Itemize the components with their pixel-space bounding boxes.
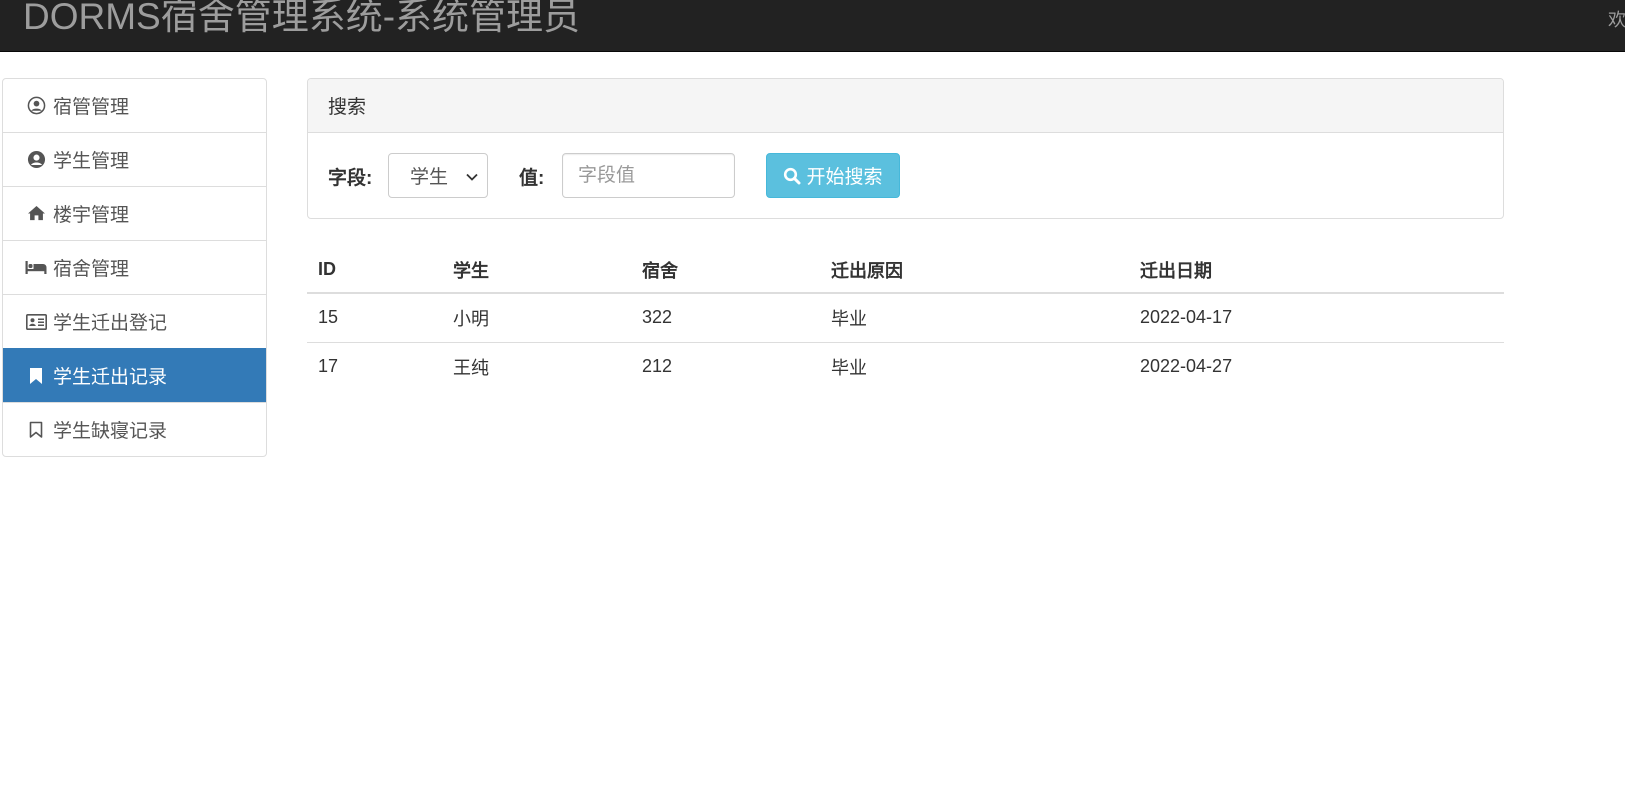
sidebar-item-dorms[interactable]: 宿舍管理 (3, 240, 266, 294)
sidebar-item-checkout-records[interactable]: 学生迁出记录 (3, 348, 266, 402)
search-panel-heading: 搜索 (308, 79, 1503, 133)
sidebar-item-label: 宿管管理 (53, 97, 130, 118)
sidebar-item-label: 宿舍管理 (53, 259, 130, 280)
brand-title[interactable]: DORMS宿舍管理系统-系统管理员 (23, 0, 580, 39)
table-row: 15 小明 322 毕业 2022-04-17 (307, 293, 1504, 343)
cell-student: 小明 (442, 293, 631, 343)
search-icon (783, 167, 801, 185)
sidebar-item-buildings[interactable]: 楼宇管理 (3, 186, 266, 240)
sidebar-item-students[interactable]: 学生管理 (3, 132, 266, 186)
column-header-dorm: 宿舍 (631, 247, 820, 294)
field-select[interactable]: 学生 (388, 153, 488, 198)
cell-id: 15 (307, 293, 442, 343)
column-header-date: 迁出日期 (1129, 247, 1504, 294)
column-header-student: 学生 (442, 247, 631, 294)
sidebar-item-label: 学生管理 (53, 151, 130, 172)
sidebar-item-label: 学生缺寝记录 (53, 421, 168, 442)
welcome-text: 欢 (1608, 10, 1625, 30)
chevron-down-icon (465, 168, 479, 190)
cell-date: 2022-04-27 (1140, 356, 1233, 377)
bookmark-outline-icon (25, 419, 47, 441)
cell-reason: 毕业 (831, 357, 867, 378)
checkout-records-table: ID 学生 宿舍 迁出原因 迁出日期 15 小明 322 毕业 2022-04-… (307, 247, 1504, 391)
field-label: 字段: (328, 168, 373, 189)
cell-date: 2022-04-17 (1129, 293, 1504, 343)
top-navbar: DORMS宿舍管理系统-系统管理员 欢 (0, 0, 1625, 52)
sidebar-item-checkout-register[interactable]: 学生迁出登记 (3, 294, 266, 348)
cell-student: 王纯 (453, 357, 489, 378)
user-circle-icon (25, 95, 47, 117)
sidebar-item-label: 楼宇管理 (53, 205, 130, 226)
table-header-row: ID 学生 宿舍 迁出原因 迁出日期 (307, 247, 1504, 294)
bookmark-icon (25, 365, 47, 387)
search-panel-body: 字段: 学生 值: 开始搜索 (308, 133, 1503, 218)
sidebar-item-label: 学生迁出记录 (53, 367, 168, 388)
bed-icon (25, 257, 47, 279)
column-header-reason: 迁出原因 (820, 247, 1129, 294)
search-panel: 搜索 字段: 学生 值: 开始搜索 (307, 78, 1504, 219)
home-icon (25, 203, 47, 225)
user-circle-solid-icon (25, 149, 47, 171)
cell-dorm: 212 (642, 356, 673, 377)
id-card-icon (25, 311, 47, 333)
sidebar-menu: 宿管管理 学生管理 楼宇管理 宿舍管理 学生迁出登记 学生迁出记录 学生缺寝记录 (2, 78, 267, 457)
sidebar-item-absence-records[interactable]: 学生缺寝记录 (3, 402, 266, 456)
field-select-value: 学生 (410, 167, 449, 188)
cell-id: 17 (318, 356, 339, 377)
table-row: 17 王纯 212 毕业 2022-04-27 (307, 342, 1504, 391)
sidebar-item-dorm-admin[interactable]: 宿管管理 (3, 79, 266, 132)
cell-reason: 毕业 (820, 293, 1129, 343)
cell-dorm: 322 (631, 293, 820, 343)
value-input[interactable] (562, 153, 735, 198)
value-label: 值: (519, 168, 545, 189)
column-header-id: ID (307, 247, 442, 294)
start-search-label: 开始搜索 (806, 167, 883, 188)
sidebar-item-label: 学生迁出登记 (53, 313, 168, 334)
start-search-button[interactable]: 开始搜索 (766, 153, 900, 198)
